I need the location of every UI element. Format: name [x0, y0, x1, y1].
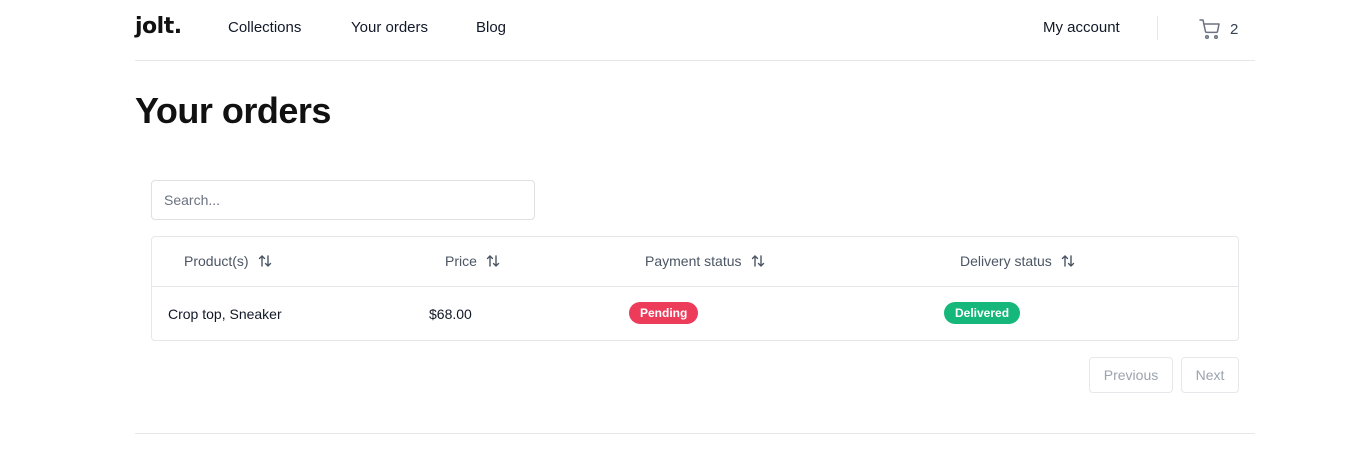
table-row[interactable]: Crop top, Sneaker $68.00 Pending Deliver… [152, 287, 1238, 341]
column-header-label: Product(s) [184, 253, 249, 269]
column-header-label: Delivery status [960, 253, 1052, 269]
cart-count: 2 [1230, 20, 1239, 38]
column-header-label: Payment status [645, 253, 742, 269]
column-header-label: Price [445, 253, 477, 269]
column-header-products[interactable]: Product(s) [184, 253, 273, 269]
nav-link-blog[interactable]: Blog [476, 19, 506, 36]
cart-button[interactable]: 2 [1198, 16, 1243, 42]
orders-table: Product(s) Price Payment status Delivery… [151, 236, 1239, 341]
cell-price: $68.00 [429, 306, 472, 322]
sort-arrows-icon [1060, 253, 1076, 269]
cell-products: Crop top, Sneaker [168, 306, 282, 322]
payment-status-badge: Pending [629, 302, 699, 324]
search-input[interactable] [151, 180, 535, 220]
next-page-button[interactable]: Next [1181, 357, 1239, 393]
sort-arrows-icon [257, 253, 273, 269]
column-header-payment-status[interactable]: Payment status [645, 253, 766, 269]
nav-link-collections[interactable]: Collections [228, 19, 301, 36]
column-header-price[interactable]: Price [445, 253, 501, 269]
footer-divider [135, 433, 1255, 434]
cart-icon [1198, 17, 1222, 41]
logo[interactable]: jolt. [135, 14, 182, 39]
my-account-link[interactable]: My account [1043, 19, 1120, 36]
table-header: Product(s) Price Payment status Delivery… [152, 237, 1238, 287]
nav-link-your-orders[interactable]: Your orders [351, 19, 428, 36]
previous-page-button[interactable]: Previous [1089, 357, 1173, 393]
sort-arrows-icon [485, 253, 501, 269]
header-divider [1157, 16, 1158, 40]
sort-arrows-icon [750, 253, 766, 269]
page-title: Your orders [135, 90, 331, 131]
delivery-status-badge: Delivered [944, 302, 1021, 324]
site-header: jolt. Collections Your orders Blog My ac… [135, 0, 1255, 61]
column-header-delivery-status[interactable]: Delivery status [960, 253, 1076, 269]
